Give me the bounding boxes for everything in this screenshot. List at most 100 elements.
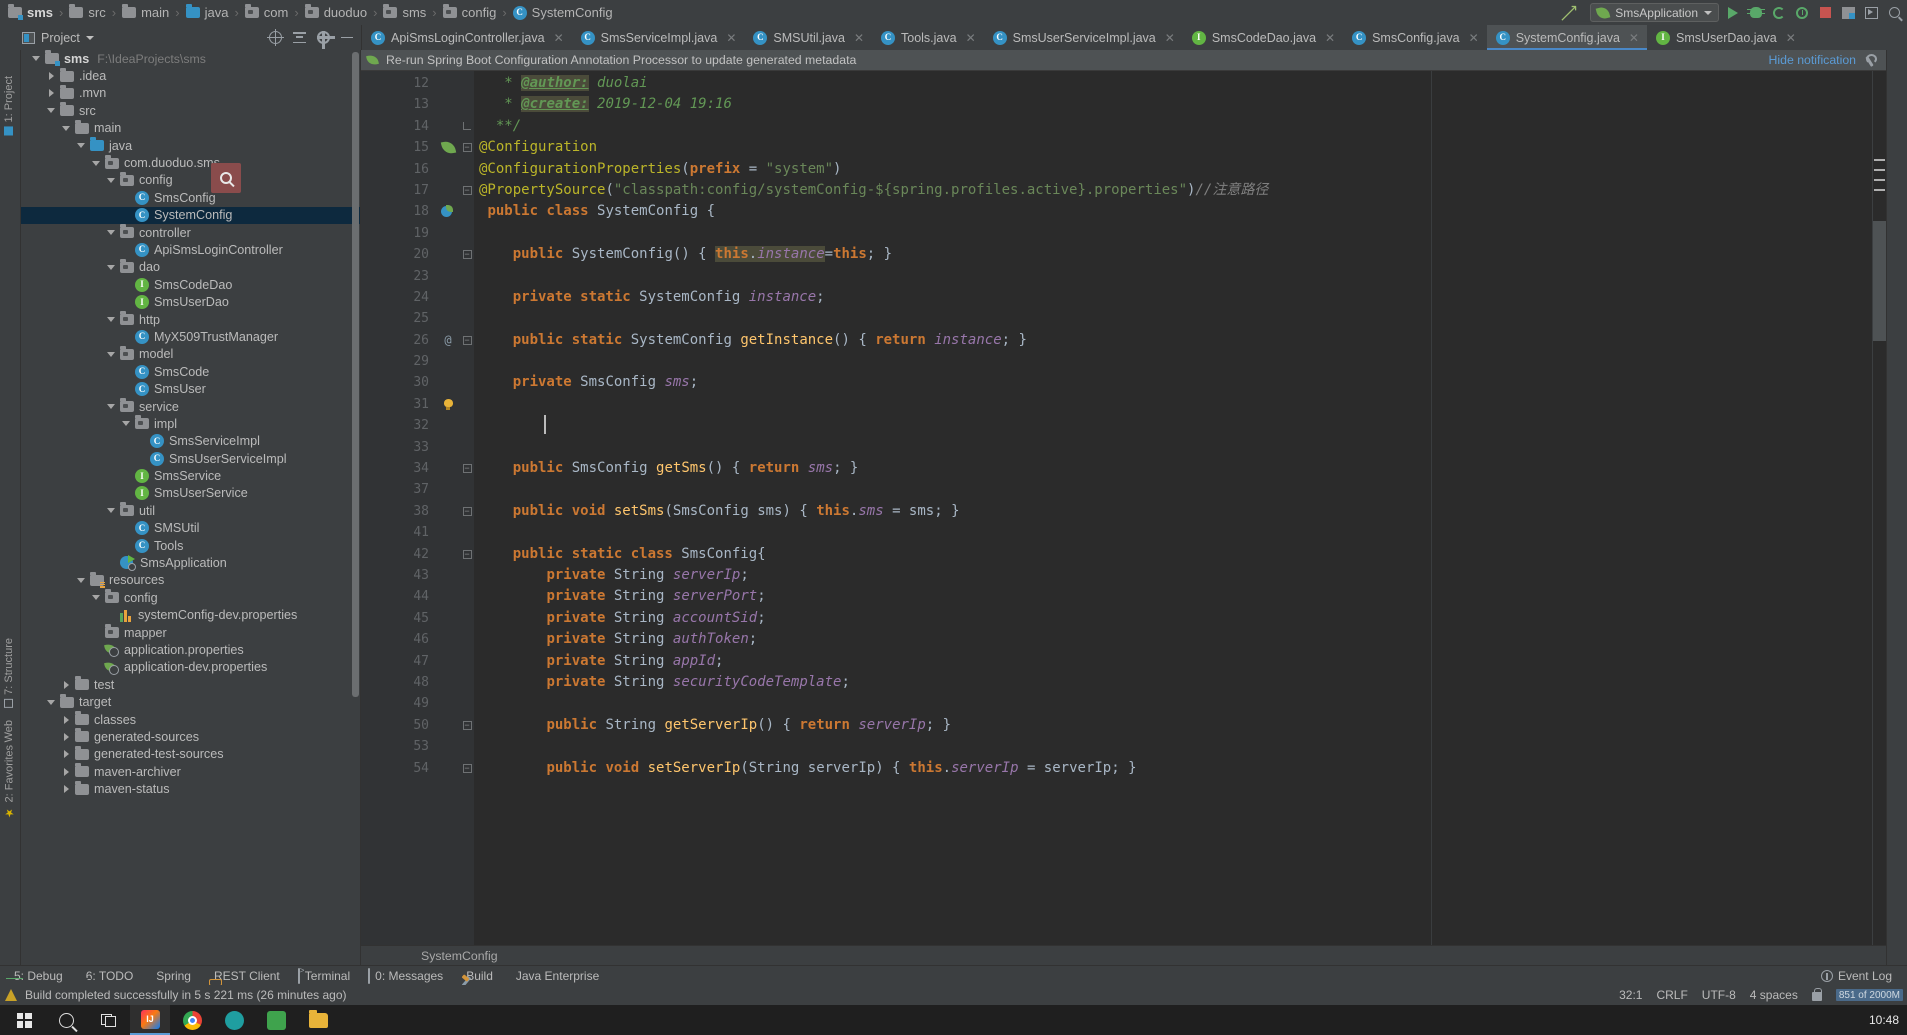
sidebar-item-favorites[interactable]: ★ 2: Favorites — [3, 745, 17, 819]
code-line[interactable]: private String serverIp; — [474, 565, 1872, 586]
fold-marker-open[interactable]: − — [460, 330, 474, 351]
tree-expander[interactable] — [104, 264, 118, 270]
close-icon[interactable]: ✕ — [1469, 31, 1479, 45]
editor-scrollbar-thumb[interactable] — [1873, 221, 1886, 341]
code-line[interactable]: public void setSms(SmsConfig sms) { this… — [474, 501, 1872, 522]
breadcrumb-item-sms[interactable]: sms — [381, 0, 428, 25]
tree-expander[interactable] — [29, 56, 43, 62]
code-line[interactable]: @PropertySource("classpath:config/system… — [474, 180, 1872, 201]
tree-expander[interactable] — [59, 125, 73, 131]
tree-node-java[interactable]: java — [21, 137, 360, 154]
search-everywhere-icon[interactable] — [1885, 4, 1903, 22]
code-line[interactable] — [474, 351, 1872, 372]
editor-tab-apismslogincontroller[interactable]: C ApiSmsLoginController.java ✕ — [362, 25, 572, 50]
start-icon[interactable] — [4, 1005, 44, 1035]
tree-node-systemconfig[interactable]: C SystemConfig — [21, 206, 360, 224]
tree-node-smsconfig[interactable]: C SmsConfig — [21, 189, 360, 206]
fold-marker-open[interactable]: − — [460, 501, 474, 522]
intellij-icon[interactable] — [130, 1005, 170, 1035]
spring-component-gutter-icon[interactable] — [436, 201, 460, 222]
tree-node-com-duoduo-sms[interactable]: com.duoduo.sms — [21, 154, 360, 171]
close-icon[interactable]: ✕ — [1629, 31, 1639, 45]
tree-expander[interactable] — [89, 160, 103, 166]
tree-expander[interactable] — [104, 508, 118, 514]
tree-node-apismslogincontroller[interactable]: C ApiSmsLoginController — [21, 241, 360, 258]
tree-node-sms[interactable]: sms F:\IdeaProjects\sms — [21, 50, 360, 67]
tree-expander[interactable] — [104, 230, 118, 236]
tree-expander[interactable] — [59, 767, 73, 776]
hide-notification-link[interactable]: Hide notification — [1769, 53, 1857, 67]
tool-window-terminal[interactable]: Terminal — [289, 966, 359, 986]
code-text[interactable]: * @author: duolai * @create: 2019-12-04 … — [474, 71, 1872, 945]
green-app-icon[interactable] — [256, 1005, 296, 1035]
close-icon[interactable]: ✕ — [966, 31, 976, 45]
tree-node-config[interactable]: config — [21, 171, 360, 189]
tool-window-build[interactable]: Build — [452, 966, 502, 986]
tree-node-smsutil[interactable]: C SMSUtil — [21, 520, 360, 537]
code-line[interactable]: private SmsConfig sms; — [474, 372, 1872, 393]
code-line[interactable]: private String appId; — [474, 651, 1872, 672]
code-line[interactable]: @Configuration — [474, 137, 1872, 158]
tree-expander[interactable] — [59, 785, 73, 794]
breadcrumb-item-src[interactable]: src — [67, 0, 107, 25]
stop-icon[interactable] — [1816, 4, 1834, 22]
tree-node-mapper[interactable]: mapper — [21, 624, 360, 641]
tree-node-smsservice[interactable]: I SmsService — [21, 467, 360, 484]
coverage-icon[interactable] — [1770, 4, 1788, 22]
code-line[interactable] — [474, 266, 1872, 287]
tree-node-maven-archiver[interactable]: maven-archiver — [21, 763, 360, 780]
close-icon[interactable]: ✕ — [1786, 31, 1796, 45]
code-line[interactable]: public void setServerIp(String serverIp)… — [474, 758, 1872, 779]
breadcrumb-item-main[interactable]: main — [120, 0, 171, 25]
tree-node-controller[interactable]: controller — [21, 224, 360, 241]
tree-node-config[interactable]: config — [21, 589, 360, 606]
wrench-icon[interactable] — [1863, 53, 1877, 67]
tree-node-smsapplication[interactable]: SmsApplication — [21, 554, 360, 572]
code-line[interactable] — [474, 479, 1872, 500]
tree-expander[interactable] — [74, 143, 88, 149]
close-icon[interactable]: ✕ — [554, 31, 564, 45]
tree-expander[interactable] — [44, 72, 58, 81]
tree-node-classes[interactable]: classes — [21, 711, 360, 728]
editor-tab-smsuserserviceimpl[interactable]: C SmsUserServiceImpl.java ✕ — [984, 25, 1183, 50]
fold-marker-open[interactable]: − — [460, 544, 474, 565]
fold-marker-open[interactable]: − — [460, 137, 474, 158]
gutter-icons-column[interactable]: @ — [436, 71, 460, 945]
intention-bulb-icon[interactable] — [436, 394, 460, 415]
editor-tab-smsutil[interactable]: C SMSUtil.java ✕ — [744, 25, 872, 50]
tree-node-systemconfig-dev-properties[interactable]: systemConfig-dev.properties — [21, 607, 360, 624]
tree-expander[interactable] — [59, 750, 73, 759]
tree-node-smsserviceimpl[interactable]: C SmsServiceImpl — [21, 433, 360, 450]
sidebar-item-web[interactable]: Web — [3, 720, 15, 742]
code-line[interactable] — [474, 223, 1872, 244]
tree-expander[interactable] — [44, 699, 58, 705]
project-tree[interactable]: sms F:\IdeaProjects\sms .idea .mvn src main ja… — [21, 50, 361, 965]
tree-node-src[interactable]: src — [21, 102, 360, 119]
tree-node-smsuser[interactable]: C SmsUser — [21, 380, 360, 397]
fold-marker-open[interactable]: − — [460, 244, 474, 265]
layout-icon[interactable] — [1839, 4, 1857, 22]
tree-node-tools[interactable]: C Tools — [21, 537, 360, 554]
tree-node-application-properties[interactable]: application.properties — [21, 641, 360, 658]
tree-node-maven-status[interactable]: maven-status — [21, 780, 360, 797]
debug-icon[interactable] — [1747, 4, 1765, 22]
tree-node-smsuserserviceimpl[interactable]: C SmsUserServiceImpl — [21, 450, 360, 467]
profile-icon[interactable] — [1793, 4, 1811, 22]
explorer-icon[interactable] — [298, 1005, 338, 1035]
code-line[interactable]: public SystemConfig() { this.instance=th… — [474, 244, 1872, 265]
tree-expander[interactable] — [104, 404, 118, 409]
tree-node-dao[interactable]: dao — [21, 258, 360, 276]
code-line[interactable]: * @author: duolai — [474, 73, 1872, 94]
tree-node-generated-sources[interactable]: generated-sources — [21, 728, 360, 745]
code-editor[interactable]: 12 13 14 15 16 17 18 19 20 23 24 25 26 29 30 31 32 33 34 37… — [361, 71, 1886, 945]
code-line[interactable] — [474, 437, 1872, 458]
close-icon[interactable]: ✕ — [854, 31, 864, 45]
chrome-icon[interactable] — [172, 1005, 212, 1035]
tree-expander[interactable] — [74, 577, 88, 583]
tree-expander[interactable] — [89, 595, 103, 601]
breadcrumb-item-systemconfig[interactable]: C SystemConfig — [511, 0, 615, 25]
tree-node-smsuserdao[interactable]: I SmsUserDao — [21, 293, 360, 310]
fold-marker-open[interactable]: − — [460, 180, 474, 201]
gear-icon[interactable] — [316, 30, 335, 49]
code-line[interactable] — [474, 522, 1872, 543]
